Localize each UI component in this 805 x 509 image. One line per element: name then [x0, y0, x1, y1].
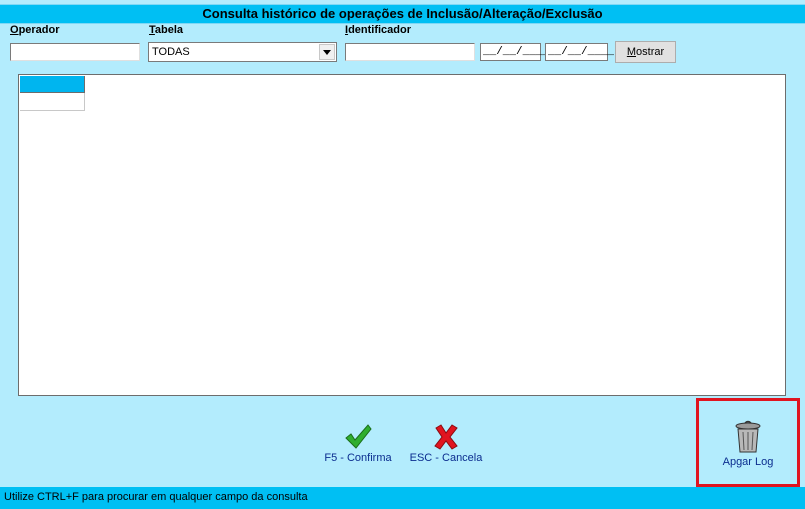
window-title: Consulta histórico de operações de Inclu… — [0, 4, 805, 24]
operador-label-key: O — [10, 24, 19, 36]
clear-log-label: Apgar Log — [722, 456, 774, 468]
date-to-input[interactable]: __/__/____ — [545, 43, 614, 61]
table-row[interactable] — [20, 93, 85, 111]
x-icon — [434, 424, 458, 450]
identificador-label: Identificador — [345, 24, 411, 36]
checkmark-icon — [345, 424, 372, 449]
chevron-down-icon[interactable] — [319, 44, 335, 60]
confirm-button[interactable]: F5 - Confirma — [318, 424, 398, 464]
tabela-select[interactable]: TODAS — [148, 42, 337, 62]
mostrar-rest: ostrar — [636, 46, 665, 58]
cancel-button[interactable]: ESC - Cancela — [406, 424, 486, 464]
results-grid[interactable] — [18, 74, 786, 396]
cancel-label: ESC - Cancela — [409, 452, 483, 464]
clear-log-button[interactable]: Apgar Log — [708, 420, 788, 468]
operador-input[interactable] — [10, 43, 140, 61]
mostrar-button[interactable]: Mostrar — [615, 41, 676, 63]
tabela-label-rest: abela — [154, 24, 184, 36]
tabela-selected-value: TODAS — [152, 46, 190, 58]
confirm-label: F5 - Confirma — [324, 452, 392, 464]
identificador-input[interactable] — [345, 43, 475, 61]
trash-icon — [735, 420, 761, 453]
grid-header-cell[interactable] — [20, 76, 85, 93]
operador-label: Operador — [10, 24, 60, 36]
date-from-input[interactable]: __/__/____ — [480, 43, 549, 61]
operador-label-rest: perador — [18, 24, 60, 36]
status-bar: Utilize CTRL+F para procurar em qualquer… — [0, 487, 805, 509]
tabela-label: Tabela — [149, 24, 183, 36]
identificador-label-rest: dentificador — [348, 24, 412, 36]
mostrar-key: M — [626, 46, 637, 58]
